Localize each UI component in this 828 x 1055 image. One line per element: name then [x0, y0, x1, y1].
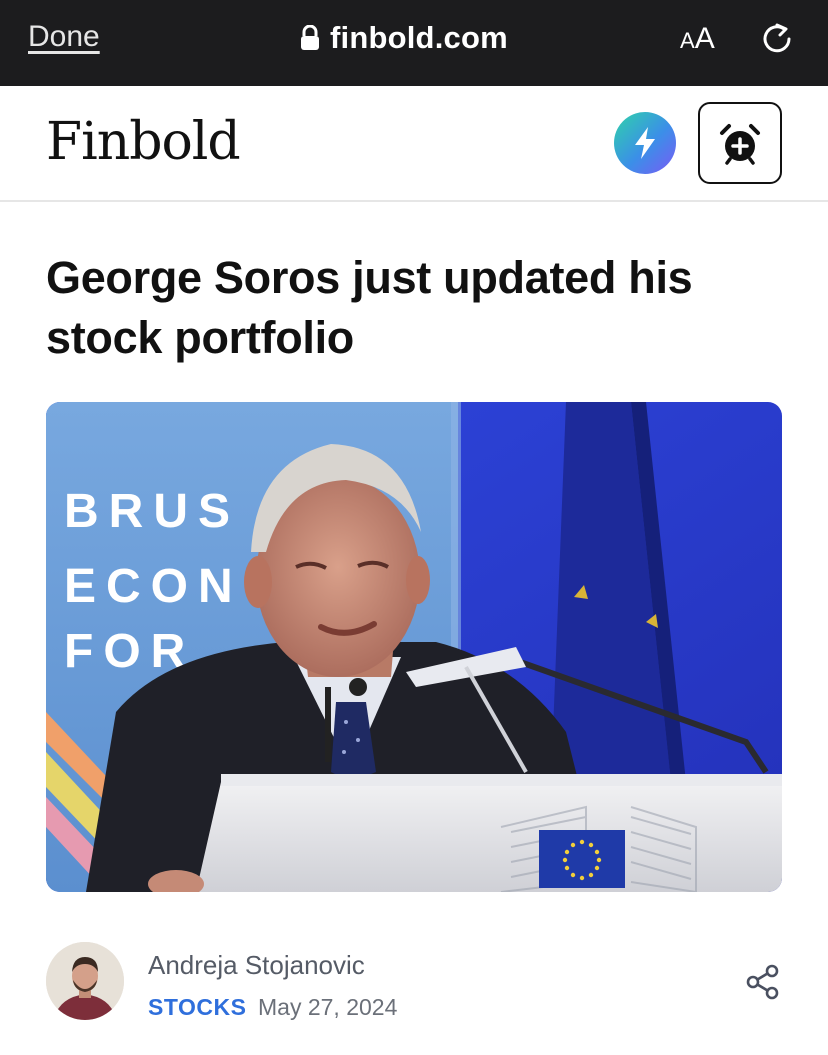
address-bar[interactable]: finbold.com: [300, 18, 508, 58]
text-size-small-label: A: [680, 28, 695, 53]
category-link[interactable]: STOCKS: [148, 994, 246, 1021]
publish-date: May 27, 2024: [258, 994, 398, 1020]
site-header: Finbold: [0, 86, 828, 202]
text-size-big-label: A: [694, 22, 715, 55]
backdrop-text-line-2: ECON: [64, 560, 243, 613]
lightning-icon: [635, 127, 655, 159]
done-button[interactable]: Done: [28, 20, 100, 54]
hero-photo: BRUS ECON FOR: [46, 402, 782, 892]
hero-image[interactable]: BRUS ECON FOR: [46, 402, 782, 892]
author-photo: [46, 942, 124, 1020]
lock-icon: [301, 25, 319, 50]
backdrop-text-line-1: BRUS: [64, 485, 240, 538]
browser-toolbar: Done finbold.com A A: [0, 0, 828, 86]
share-icon[interactable]: [746, 964, 780, 1000]
article-headline: George Soros just updated his stock port…: [46, 248, 786, 368]
author-name[interactable]: Andreja Stojanovic: [148, 950, 365, 981]
article-meta: Andreja Stojanovic STOCKS May 27, 2024: [46, 942, 782, 1022]
reload-icon[interactable]: [760, 22, 794, 56]
text-size-button[interactable]: A A: [680, 22, 715, 56]
headline-line-2: stock portfolio: [46, 312, 354, 363]
alarm-clock-plus-icon: [720, 124, 760, 165]
lightning-button[interactable]: [614, 112, 676, 174]
finbold-logo[interactable]: Finbold: [46, 112, 241, 172]
url-text: finbold.com: [330, 20, 508, 55]
headline-line-1: George Soros just updated his: [46, 252, 693, 303]
author-avatar[interactable]: [46, 942, 124, 1020]
alarm-button[interactable]: [698, 102, 782, 184]
